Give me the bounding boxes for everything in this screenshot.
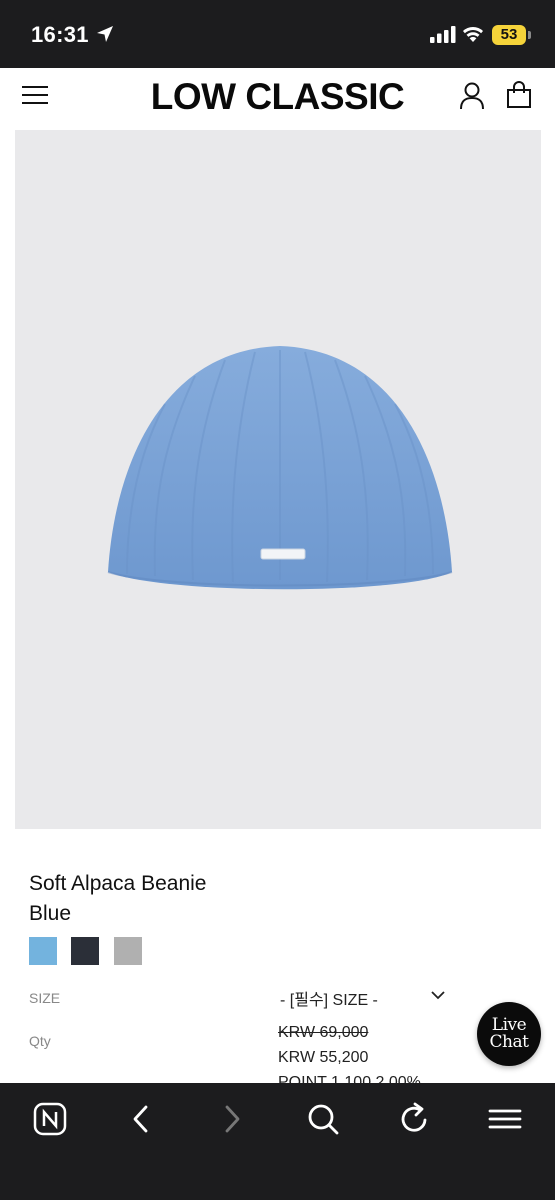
swatch-blue[interactable] bbox=[29, 937, 57, 965]
swatch-grey[interactable] bbox=[114, 937, 142, 965]
qty-label: Qty bbox=[29, 1033, 51, 1049]
forward-icon[interactable] bbox=[212, 1099, 252, 1139]
product-image[interactable] bbox=[15, 130, 541, 829]
swatch-navy[interactable] bbox=[71, 937, 99, 965]
beanie-image bbox=[107, 346, 453, 590]
live-chat-button[interactable]: Live Chat bbox=[477, 1002, 541, 1066]
home-indicator bbox=[140, 1182, 416, 1188]
product-title: Soft Alpaca Beanie bbox=[29, 872, 207, 895]
status-bar: 16:31 53 bbox=[0, 0, 555, 68]
naver-home-icon[interactable] bbox=[30, 1099, 70, 1139]
location-arrow-icon bbox=[97, 26, 113, 42]
size-select-value: - [필수] SIZE - bbox=[280, 992, 378, 1009]
sale-price: KRW 55,200 bbox=[278, 1049, 369, 1066]
wifi-icon bbox=[463, 27, 483, 42]
battery-cap bbox=[528, 31, 531, 39]
refresh-icon[interactable] bbox=[394, 1099, 434, 1139]
menu-icon[interactable] bbox=[485, 1099, 525, 1139]
cellular-signal-icon bbox=[430, 26, 456, 43]
status-time: 16:31 bbox=[31, 22, 89, 47]
size-select[interactable]: - [필수] SIZE - bbox=[280, 986, 450, 1010]
live-chat-label-2: Chat bbox=[489, 1032, 529, 1052]
site-header: LOW CLASSIC bbox=[0, 68, 555, 130]
shopping-bag-icon[interactable] bbox=[506, 81, 532, 109]
chevron-down-icon bbox=[431, 991, 445, 1000]
user-icon[interactable] bbox=[459, 82, 485, 110]
product-name: Soft Alpaca Beanie Blue bbox=[29, 869, 206, 929]
size-label: SIZE bbox=[29, 990, 61, 1006]
original-price: KRW 69,000 bbox=[278, 1024, 369, 1041]
product-color-name: Blue bbox=[29, 902, 72, 925]
search-icon[interactable] bbox=[303, 1099, 343, 1139]
back-icon[interactable] bbox=[121, 1099, 161, 1139]
battery-indicator: 53 bbox=[492, 25, 526, 45]
